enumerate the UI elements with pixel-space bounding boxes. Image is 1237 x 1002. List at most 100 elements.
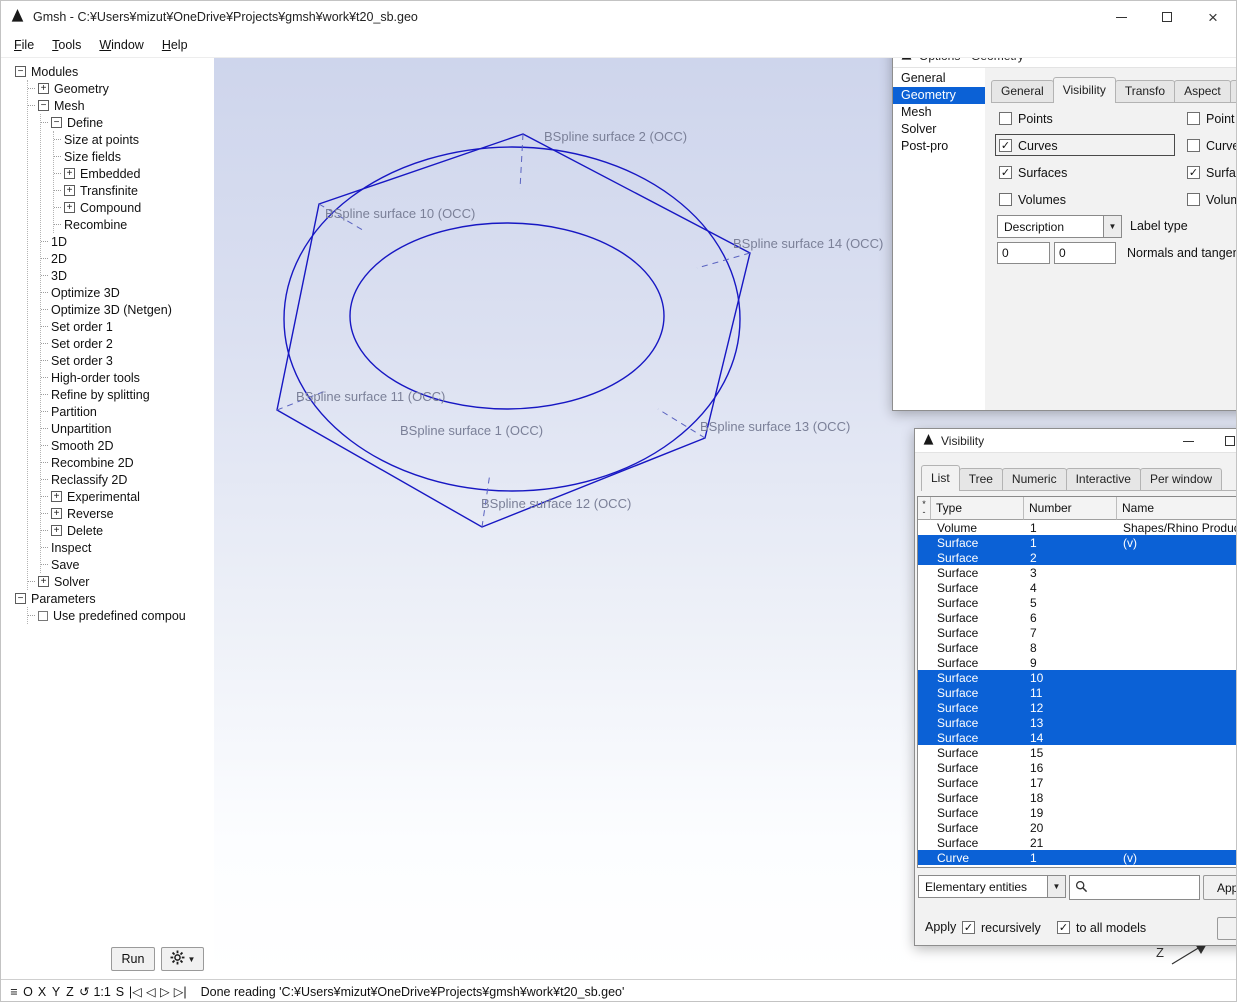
options-tab-aspect[interactable]: Aspect bbox=[1174, 80, 1231, 102]
options-nav-post-pro[interactable]: Post-pro bbox=[893, 138, 985, 155]
curve-labels-checkbox[interactable]: Curve labels bbox=[1187, 137, 1237, 154]
minimize-button[interactable] bbox=[1098, 1, 1144, 33]
table-row-surface-8[interactable]: Surface8 bbox=[918, 640, 1237, 655]
table-row-surface-13[interactable]: Surface13 bbox=[918, 715, 1237, 730]
title-bar[interactable]: Gmsh - C:¥Users¥mizut¥OneDrive¥Projects¥… bbox=[1, 1, 1236, 33]
tree-item-embedded[interactable]: +Embedded bbox=[54, 165, 214, 182]
table-row-surface-4[interactable]: Surface4 bbox=[918, 580, 1237, 595]
sort-none-button[interactable]: - bbox=[923, 508, 926, 516]
close-button[interactable]: × bbox=[1190, 1, 1236, 33]
menu-file[interactable]: File bbox=[5, 35, 43, 55]
volumes-checkbox[interactable]: Volumes bbox=[999, 191, 1066, 208]
points-checkbox[interactable]: Points bbox=[999, 110, 1053, 127]
table-row-surface-1[interactable]: Surface1(v) bbox=[918, 535, 1237, 550]
tree-item-transfinite[interactable]: +Transfinite bbox=[54, 182, 214, 199]
anim-first-button[interactable]: |◁ bbox=[127, 984, 144, 999]
tree-item-recombine[interactable]: Recombine bbox=[54, 216, 214, 233]
tree-item-mesh[interactable]: −Mesh bbox=[28, 97, 214, 114]
visibility-tab-interactive[interactable]: Interactive bbox=[1066, 468, 1141, 490]
anim-next-button[interactable]: ▷ bbox=[158, 984, 172, 999]
anim-last-button[interactable]: ▷| bbox=[172, 984, 189, 999]
model-menu-button[interactable]: ≡ bbox=[7, 985, 21, 999]
collapse-box-icon[interactable]: − bbox=[15, 593, 26, 604]
unit-scale-button[interactable]: 1:1 bbox=[91, 985, 112, 999]
tree-item-refine-by-splitting[interactable]: Refine by splitting bbox=[41, 386, 214, 403]
menu-help[interactable]: Help bbox=[153, 35, 197, 55]
visibility-tab-per-window[interactable]: Per window bbox=[1140, 468, 1222, 490]
tree-item-solver[interactable]: +Solver bbox=[28, 573, 214, 590]
options-nav-geometry[interactable]: Geometry bbox=[893, 87, 985, 104]
table-row-surface-7[interactable]: Surface7 bbox=[918, 625, 1237, 640]
tree-item-size-fields[interactable]: Size fields bbox=[54, 148, 214, 165]
collapse-box-icon[interactable]: − bbox=[38, 100, 49, 111]
rotation-center-button[interactable]: ↺ bbox=[77, 984, 91, 999]
table-row-surface-3[interactable]: Surface3 bbox=[918, 565, 1237, 580]
table-row-surface-2[interactable]: Surface2 bbox=[918, 550, 1237, 565]
tree-item-high-order-tools[interactable]: High-order tools bbox=[41, 369, 214, 386]
normals-input[interactable]: 0 bbox=[997, 242, 1050, 264]
expand-box-icon[interactable]: + bbox=[64, 168, 75, 179]
expand-box-icon[interactable]: + bbox=[38, 83, 49, 94]
column-header-number[interactable]: Number bbox=[1024, 497, 1117, 520]
column-header-type[interactable]: Type bbox=[931, 497, 1024, 520]
table-row-surface-10[interactable]: Surface10 bbox=[918, 670, 1237, 685]
tree-item-size-at-points[interactable]: Size at points bbox=[54, 131, 214, 148]
tree-item-compound[interactable]: +Compound bbox=[54, 199, 214, 216]
table-row-surface-21[interactable]: Surface21 bbox=[918, 835, 1237, 850]
tree-item-set-order-2[interactable]: Set order 2 bbox=[41, 335, 214, 352]
tree-item-geometry[interactable]: +Geometry bbox=[28, 80, 214, 97]
surfaces-checkbox[interactable]: ✓Surfaces bbox=[999, 164, 1067, 181]
table-row-surface-11[interactable]: Surface11 bbox=[918, 685, 1237, 700]
expand-box-icon[interactable]: + bbox=[64, 202, 75, 213]
visibility-tab-list[interactable]: List bbox=[921, 465, 960, 491]
settings-gear-button[interactable]: ▼ bbox=[161, 947, 204, 971]
tree-item-smooth-2d[interactable]: Smooth 2D bbox=[41, 437, 214, 454]
collapse-box-icon[interactable]: − bbox=[51, 117, 62, 128]
table-row-surface-19[interactable]: Surface19 bbox=[918, 805, 1237, 820]
tree-item-unpartition[interactable]: Unpartition bbox=[41, 420, 214, 437]
tree-item-set-order-3[interactable]: Set order 3 bbox=[41, 352, 214, 369]
minimize-button[interactable] bbox=[1173, 429, 1203, 453]
tree-item-1d[interactable]: 1D bbox=[41, 233, 214, 250]
tangents-input[interactable]: 0 bbox=[1054, 242, 1116, 264]
collapse-box-icon[interactable]: − bbox=[15, 66, 26, 77]
options-nav-mesh[interactable]: Mesh bbox=[893, 104, 985, 121]
recursively-checkbox[interactable]: ✓recursively bbox=[962, 919, 1041, 936]
options-tab-transfo[interactable]: Transfo bbox=[1115, 80, 1175, 102]
tree-item-reverse[interactable]: +Reverse bbox=[41, 505, 214, 522]
menu-window[interactable]: Window bbox=[90, 35, 152, 55]
visibility-tab-numeric[interactable]: Numeric bbox=[1002, 468, 1067, 490]
tree-item-set-order-1[interactable]: Set order 1 bbox=[41, 318, 214, 335]
column-header-name[interactable]: Name bbox=[1117, 497, 1237, 520]
tree-item-delete[interactable]: +Delete bbox=[41, 522, 214, 539]
to-all-models-checkbox[interactable]: ✓to all models bbox=[1057, 919, 1146, 936]
tree-item-save[interactable]: Save bbox=[41, 556, 214, 573]
tree-item-partition[interactable]: Partition bbox=[41, 403, 214, 420]
search-input[interactable] bbox=[1069, 875, 1200, 900]
options-tab-visibility[interactable]: Visibility bbox=[1053, 77, 1116, 103]
entity-filter-dropdown[interactable]: Elementary entities ▼ bbox=[918, 875, 1066, 898]
options-nav-general[interactable]: General bbox=[893, 70, 985, 87]
expand-box-icon[interactable]: + bbox=[51, 508, 62, 519]
apply-label[interactable]: Apply bbox=[925, 920, 956, 934]
tree-item-3d[interactable]: 3D bbox=[41, 267, 214, 284]
tree-item-experimental[interactable]: +Experimental bbox=[41, 488, 214, 505]
point-labels-checkbox[interactable]: Point labels bbox=[1187, 110, 1237, 127]
volume-labels-checkbox[interactable]: Volume labels bbox=[1187, 191, 1237, 208]
tree-item-optimize-3d[interactable]: Optimize 3D bbox=[41, 284, 214, 301]
curves-checkbox[interactable]: ✓Curves bbox=[999, 137, 1058, 154]
ortho-projection-button[interactable]: O bbox=[21, 985, 35, 999]
label-type-dropdown[interactable]: Description ▼ bbox=[997, 215, 1122, 238]
cut-off-button[interactable] bbox=[1217, 917, 1237, 940]
table-row-curve-1[interactable]: Curve1(v) bbox=[918, 850, 1237, 865]
axis-z-button[interactable]: Z bbox=[63, 985, 77, 999]
table-row-surface-6[interactable]: Surface6 bbox=[918, 610, 1237, 625]
tree-item-2d[interactable]: 2D bbox=[41, 250, 214, 267]
tree-item-use-predefined-compou[interactable]: Use predefined compou bbox=[28, 607, 214, 624]
tree-item-define[interactable]: −Define bbox=[41, 114, 214, 131]
expand-box-icon[interactable]: + bbox=[64, 185, 75, 196]
selection-mode-button[interactable]: S bbox=[113, 985, 127, 999]
tree-item-checkbox[interactable] bbox=[38, 611, 48, 621]
table-row-surface-16[interactable]: Surface16 bbox=[918, 760, 1237, 775]
table-row-surface-20[interactable]: Surface20 bbox=[918, 820, 1237, 835]
